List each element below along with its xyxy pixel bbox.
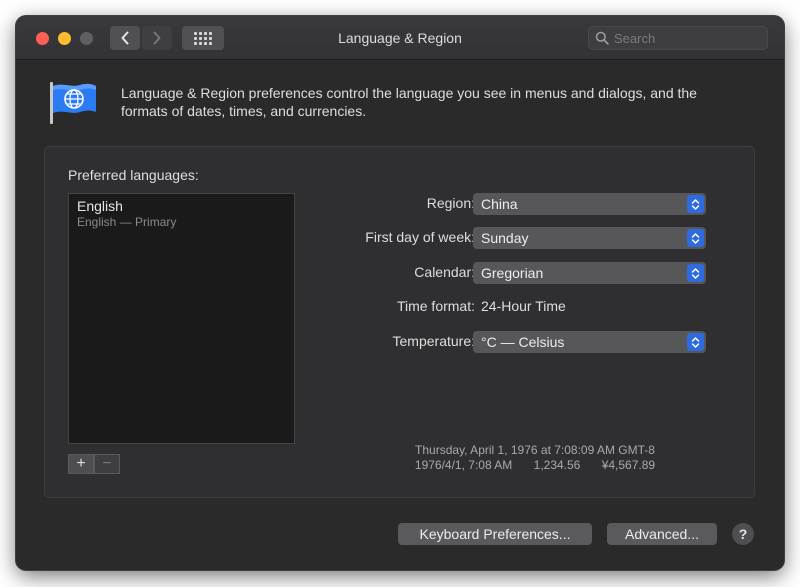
temperature-value: °C — Celsius [481, 334, 565, 350]
keyboard-preferences-button[interactable]: Keyboard Preferences... [398, 523, 592, 545]
example-currency: ¥4,567.89 [601, 458, 656, 472]
flag-globe-icon [50, 82, 96, 124]
region-label: Region: [426, 195, 475, 211]
temperature-label: Temperature: [392, 333, 475, 349]
example-number: 1,234.56 [533, 458, 581, 472]
time-format-value: 24-Hour Time [481, 298, 566, 314]
preferred-languages-list[interactable]: English English — Primary [68, 193, 295, 444]
first-day-row: First day of week: Sunday [275, 227, 715, 249]
up-down-arrows-icon [687, 264, 704, 282]
calendar-value: Gregorian [481, 265, 544, 281]
intro-text: Language & Region preferences control th… [121, 85, 697, 119]
search-input[interactable] [614, 30, 754, 46]
language-add-remove: + − [68, 454, 120, 474]
calendar-label: Calendar: [414, 264, 475, 280]
up-down-arrows-icon [687, 333, 704, 351]
settings-panel: Preferred languages: English English — P… [44, 146, 755, 498]
language-detail: English — Primary [77, 215, 177, 229]
up-down-arrows-icon [687, 195, 704, 213]
remove-language-button[interactable]: − [94, 454, 120, 474]
preferred-languages-label: Preferred languages: [68, 167, 199, 183]
up-down-arrows-icon [687, 229, 704, 247]
language-item-english[interactable]: English English — Primary [69, 194, 294, 234]
temperature-popup[interactable]: °C — Celsius [473, 331, 706, 353]
title-bar: Language & Region [16, 16, 784, 60]
temperature-row: Temperature: °C — Celsius [275, 331, 715, 353]
search-field[interactable] [588, 26, 768, 50]
advanced-button[interactable]: Advanced... [607, 523, 717, 545]
calendar-row: Calendar: Gregorian [275, 262, 715, 284]
language-name: English [77, 198, 123, 214]
help-button[interactable]: ? [732, 523, 754, 545]
time-format-label: Time format: [396, 298, 475, 314]
example-short-values: 1976/4/1, 7:08 AM 1,234.56 ¥4,567.89 [345, 458, 725, 473]
time-format-row: Time format: 24-Hour Time [275, 296, 715, 318]
add-language-button[interactable]: + [68, 454, 94, 474]
region-row: Region: China [275, 193, 715, 215]
search-icon [595, 31, 609, 45]
region-value: China [481, 196, 518, 212]
first-day-value: Sunday [481, 230, 529, 246]
region-popup[interactable]: China [473, 193, 706, 215]
calendar-popup[interactable]: Gregorian [473, 262, 706, 284]
first-day-popup[interactable]: Sunday [473, 227, 706, 249]
example-short-date: 1976/4/1, 7:08 AM [414, 458, 513, 472]
preferences-window: Language & Region Language & Region pref… [16, 16, 784, 570]
example-long-date: Thursday, April 1, 1976 at 7:08:09 AM GM… [415, 443, 655, 457]
first-day-label: First day of week: [365, 229, 475, 245]
format-example: Thursday, April 1, 1976 at 7:08:09 AM GM… [345, 443, 725, 473]
